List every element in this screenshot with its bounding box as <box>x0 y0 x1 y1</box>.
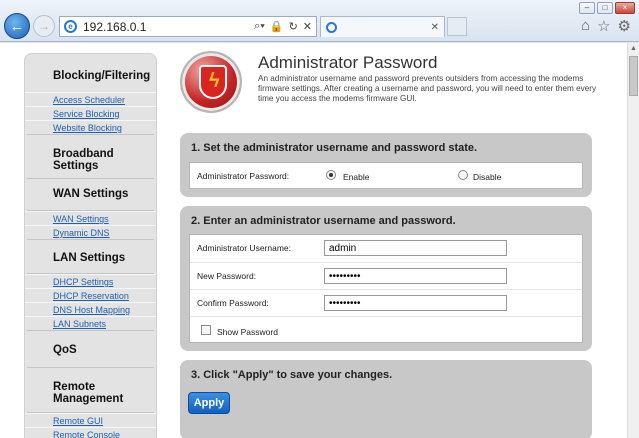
new-password-input[interactable] <box>324 268 507 284</box>
new-password-row: New Password: <box>190 262 582 289</box>
browser-tab[interactable]: ✕ <box>320 16 445 37</box>
home-icon[interactable]: ⌂ <box>581 17 590 35</box>
enable-radio[interactable] <box>326 170 336 180</box>
sidebar-heading-remote[interactable]: Remote Management <box>25 368 125 412</box>
disable-radio[interactable] <box>458 170 468 180</box>
window-controls: – □ × <box>579 2 635 14</box>
new-tab-button[interactable] <box>447 17 467 36</box>
back-button[interactable]: ← <box>4 13 30 39</box>
scroll-up-icon[interactable]: ▲ <box>628 43 639 55</box>
forward-button[interactable]: → <box>33 15 55 37</box>
sidebar-link-website-blocking[interactable]: Website Blocking <box>25 120 156 134</box>
sidebar-heading-lan[interactable]: LAN Settings <box>25 240 156 273</box>
sidebar-link-remote-gui[interactable]: Remote GUI <box>25 413 156 427</box>
confirm-password-input[interactable] <box>324 295 507 311</box>
disable-radio-label[interactable]: Disable <box>473 172 501 182</box>
forward-arrow-icon: → <box>38 19 50 33</box>
admin-username-label: Administrator Username: <box>197 243 292 253</box>
sidebar-link-lan-subnets[interactable]: LAN Subnets <box>25 316 156 330</box>
maximize-button[interactable]: □ <box>597 2 613 14</box>
section-credentials: 2. Enter an administrator username and p… <box>180 206 592 351</box>
sidebar-heading-blocking[interactable]: Blocking/Filtering <box>25 70 156 92</box>
show-password-checkbox[interactable] <box>201 325 211 335</box>
sidebar-heading-wan[interactable]: WAN Settings <box>25 179 156 210</box>
section-2-heading: 2. Enter an administrator username and p… <box>191 215 456 227</box>
sidebar-link-dhcp-reservation[interactable]: DHCP Reservation <box>25 288 156 302</box>
refresh-icon[interactable]: ↻ <box>289 20 298 33</box>
back-arrow-icon: ← <box>9 17 25 35</box>
security-logo: ϟ <box>180 51 242 113</box>
confirm-password-row: Confirm Password: <box>190 289 582 316</box>
enable-radio-label[interactable]: Enable <box>343 172 369 182</box>
username-row: Administrator Username: <box>190 235 582 262</box>
sidebar-heading-qos[interactable]: QoS <box>25 331 156 367</box>
page-content: Blocking/Filtering Access Scheduler Serv… <box>0 43 627 438</box>
close-window-button[interactable]: × <box>615 2 635 14</box>
sidebar-link-dynamic-dns[interactable]: Dynamic DNS <box>25 225 156 239</box>
sidebar-link-dhcp-settings[interactable]: DHCP Settings <box>25 274 156 288</box>
confirm-password-label: Confirm Password: <box>197 298 269 308</box>
lightning-bolt-icon: ϟ <box>209 70 220 92</box>
star-icon[interactable]: ☆ <box>597 17 610 35</box>
shield-icon: ϟ <box>199 65 227 99</box>
sidebar-nav: Blocking/Filtering Access Scheduler Serv… <box>24 53 157 438</box>
admin-password-label: Administrator Password: <box>197 171 290 181</box>
password-state-panel: Administrator Password: Enable Disable <box>189 162 583 189</box>
sidebar-heading-broadband[interactable]: Broadband Settings <box>25 135 125 178</box>
minimize-button[interactable]: – <box>579 2 595 14</box>
address-url[interactable]: 192.168.0.1 <box>83 20 254 34</box>
sidebar-link-dns-host-mapping[interactable]: DNS Host Mapping <box>25 302 156 316</box>
admin-username-input[interactable] <box>324 240 507 256</box>
credentials-panel: Administrator Username: New Password: Co… <box>189 234 583 343</box>
section-apply: 3. Click "Apply" to save your changes. A… <box>180 360 592 438</box>
address-bar[interactable]: e 192.168.0.1 ⌕▾ 🔒 ↻ ✕ <box>59 16 317 37</box>
section-password-state: 1. Set the administrator username and pa… <box>180 133 592 197</box>
page-title: Administrator Password <box>258 53 438 72</box>
sidebar-link-service-blocking[interactable]: Service Blocking <box>25 106 156 120</box>
new-password-label: New Password: <box>197 271 257 281</box>
sidebar-link-remote-console[interactable]: Remote Console <box>25 427 156 438</box>
section-1-heading: 1. Set the administrator username and pa… <box>191 142 478 154</box>
show-password-row: Show Password <box>190 316 582 344</box>
apply-button[interactable]: Apply <box>188 392 230 414</box>
tab-close-icon[interactable]: ✕ <box>431 22 439 33</box>
sidebar-link-access-scheduler[interactable]: Access Scheduler <box>25 92 156 106</box>
browser-toolbar: – □ × ← → e 192.168.0.1 ⌕▾ 🔒 ↻ ✕ ✕ ⌂ ☆ ⚙ <box>0 0 639 42</box>
vertical-scrollbar[interactable]: ▲ <box>627 43 639 438</box>
close-icon[interactable]: ✕ <box>303 20 312 33</box>
ie-logo-icon: e <box>64 20 77 33</box>
show-password-label[interactable]: Show Password <box>217 327 278 337</box>
section-3-heading: 3. Click "Apply" to save your changes. <box>191 369 393 381</box>
page-description: An administrator username and password p… <box>258 74 597 103</box>
gear-icon[interactable]: ⚙ <box>618 17 631 35</box>
search-icon[interactable]: ⌕▾ <box>254 20 265 33</box>
lock-icon[interactable]: 🔒 <box>270 20 284 33</box>
sidebar-link-wan-settings[interactable]: WAN Settings <box>25 211 156 225</box>
tab-ie-icon <box>326 21 337 33</box>
scroll-thumb[interactable] <box>629 56 638 96</box>
